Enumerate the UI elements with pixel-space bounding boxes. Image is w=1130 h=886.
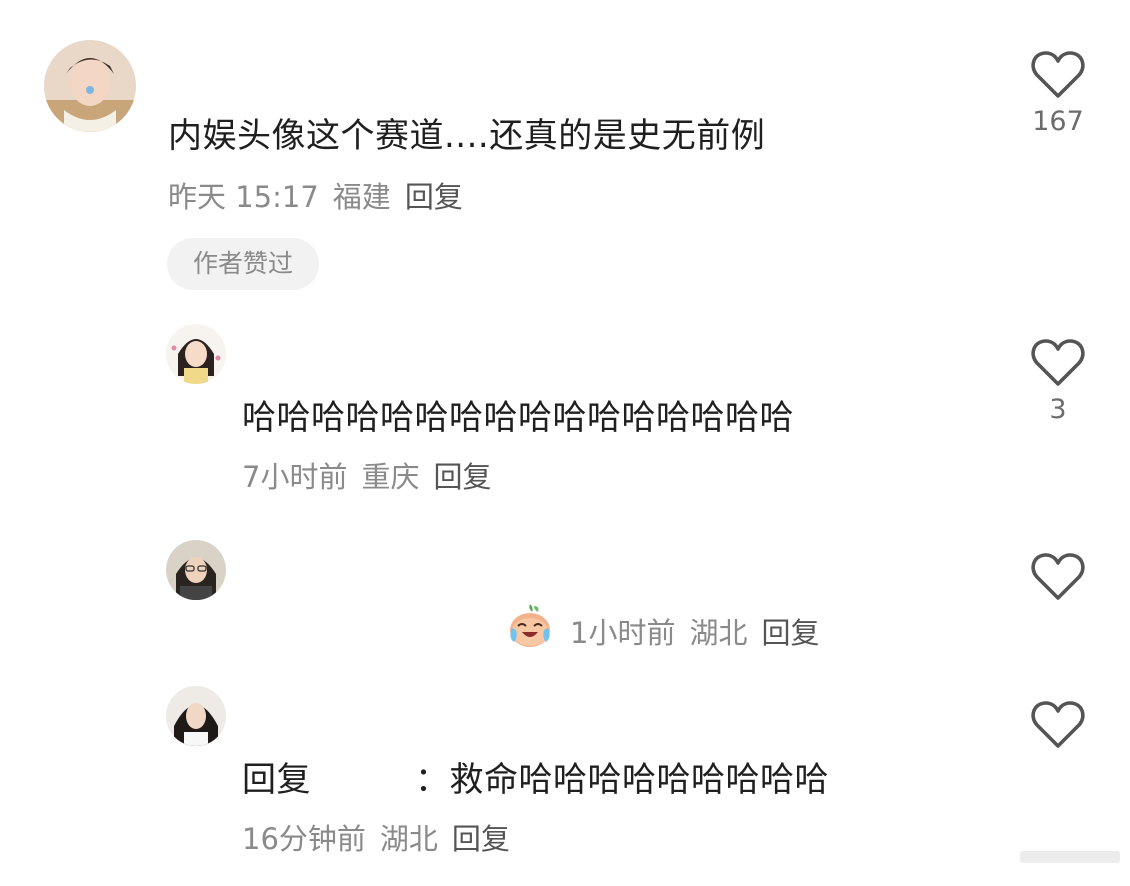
comment-location: 湖北 [689, 616, 748, 650]
avatar[interactable] [166, 540, 226, 600]
avatar[interactable] [166, 686, 226, 746]
like-button[interactable] [1028, 552, 1088, 602]
reply-button[interactable]: 回复 [405, 180, 463, 214]
comment-body: 救命哈哈哈哈哈哈哈哈哈 [449, 760, 829, 800]
like-button[interactable]: 3 [1028, 338, 1088, 425]
comment-text: 回复 ：救命哈哈哈哈哈哈哈哈哈 [242, 752, 829, 801]
crying-laughing-face-icon [506, 602, 554, 654]
heart-outline-icon [1031, 701, 1085, 748]
reply-button[interactable]: 回复 [433, 460, 491, 494]
heart-outline-icon [1031, 339, 1085, 386]
comment-meta: 16分钟前 湖北 回复 [242, 816, 524, 858]
comment-location: 重庆 [361, 460, 420, 494]
comment-meta: 7小时前 重庆 回复 [242, 454, 505, 496]
comment-time: 16分钟前 [242, 822, 366, 856]
like-count: 3 [1049, 394, 1067, 425]
reply-button[interactable]: 回复 [452, 822, 510, 856]
heart-outline-icon [1031, 553, 1085, 600]
comment-meta: 1小时前 湖北 回复 [570, 610, 833, 652]
comment-time: 7小时前 [242, 460, 348, 494]
avatar[interactable] [166, 324, 226, 384]
comment-text: 内娱头像这个赛道....还真的是史无前例 [168, 116, 766, 156]
reply-separator: ： [415, 760, 450, 800]
reply-button[interactable]: 回复 [761, 616, 819, 650]
comment-time: 1小时前 [570, 616, 676, 650]
heart-outline-icon [1031, 51, 1085, 98]
comment-text: 哈哈哈哈哈哈哈哈哈哈哈哈哈哈哈哈 [242, 398, 794, 438]
like-button[interactable]: 167 [1028, 50, 1088, 137]
author-liked-badge: 作者赞过 [167, 238, 319, 290]
comment-location: 福建 [332, 180, 391, 214]
like-count: 167 [1032, 106, 1084, 137]
reply-prefix: 回复 [242, 760, 311, 800]
comment-location: 湖北 [379, 822, 438, 856]
watermark [1020, 848, 1120, 866]
avatar[interactable] [44, 40, 136, 132]
comment-time: 昨天 15:17 [168, 180, 319, 214]
comment-meta: 昨天 15:17 福建 回复 [168, 174, 477, 216]
like-button[interactable] [1028, 700, 1088, 750]
